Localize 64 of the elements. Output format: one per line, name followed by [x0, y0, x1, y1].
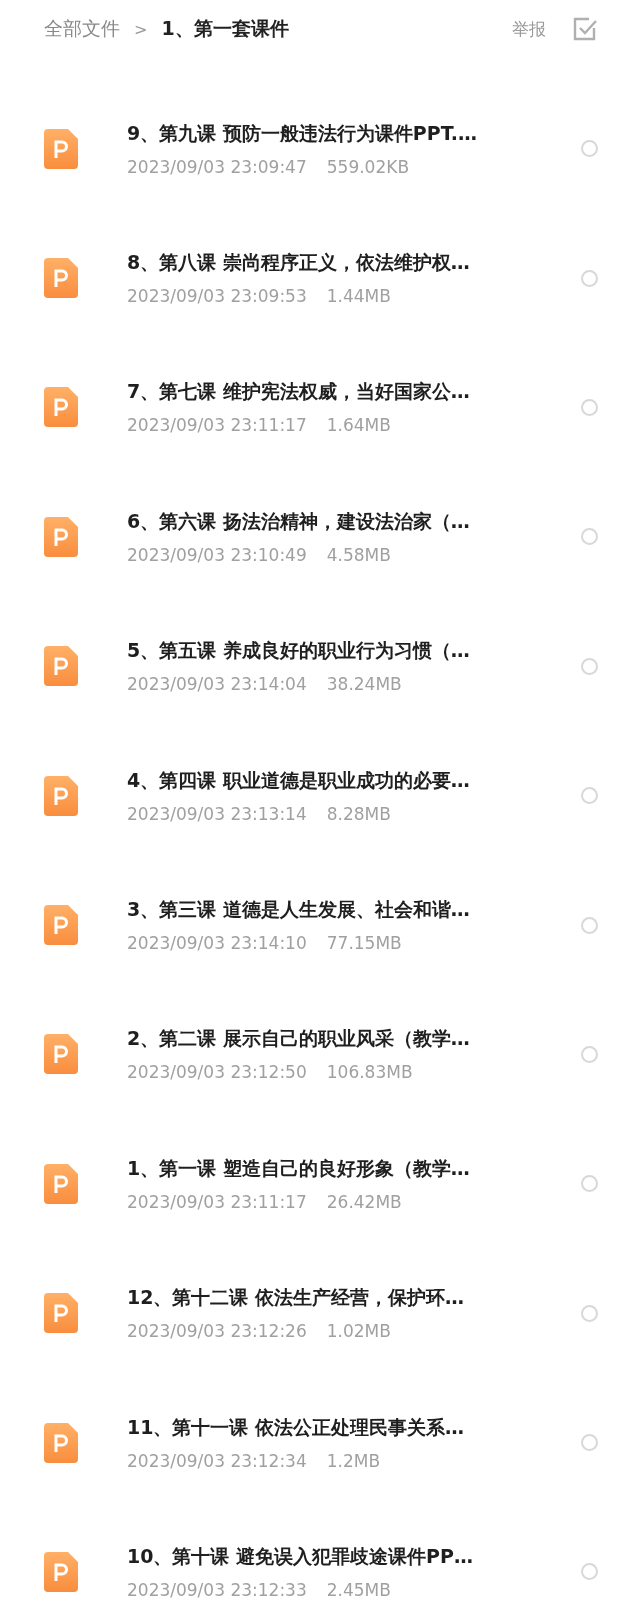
file-name[interactable]: 8、第八课 崇尚程序正义，依法维护权… — [127, 250, 547, 277]
file-date: 2023/09/03 23:12:33 — [127, 1580, 307, 1600]
ppt-file-icon — [44, 905, 78, 946]
ppt-file-icon — [44, 387, 78, 428]
checkbox-icon[interactable] — [572, 16, 598, 42]
select-radio[interactable] — [581, 1175, 598, 1193]
ppt-file-icon — [44, 128, 78, 169]
file-date: 2023/09/03 23:14:04 — [127, 674, 307, 695]
file-size: 8.28MB — [326, 803, 391, 824]
file-size: 77.15MB — [326, 933, 402, 954]
file-name[interactable]: 12、第十二课 依法生产经营，保护环… — [127, 1285, 547, 1312]
file-date: 2023/09/03 23:12:26 — [127, 1321, 307, 1342]
file-size: 26.42MB — [326, 1191, 402, 1212]
file-date: 2023/09/03 23:12:50 — [127, 1062, 307, 1083]
breadcrumb-current: 1、第一套课件 — [161, 16, 289, 41]
file-name[interactable]: 11、第十一课 依法公正处理民事关系… — [127, 1414, 547, 1441]
file-date: 2023/09/03 23:14:10 — [127, 933, 307, 954]
ppt-file-icon — [44, 258, 78, 299]
ppt-file-icon — [44, 646, 78, 687]
ppt-file-icon — [44, 1034, 78, 1075]
select-radio[interactable] — [581, 398, 598, 416]
file-size: 1.02MB — [326, 1321, 391, 1342]
file-size: 38.24MB — [326, 674, 402, 695]
file-size: 559.02KB — [326, 156, 410, 177]
ppt-file-icon — [44, 1293, 78, 1334]
ppt-file-icon — [44, 1552, 78, 1592]
file-name[interactable]: 5、第五课 养成良好的职业行为习惯（… — [127, 638, 547, 665]
select-radio[interactable] — [581, 528, 598, 546]
file-name[interactable]: 4、第四课 职业道德是职业成功的必要… — [127, 767, 547, 794]
file-date: 2023/09/03 23:11:17 — [127, 1191, 307, 1212]
file-size: 1.44MB — [326, 286, 391, 307]
ppt-file-icon — [44, 1163, 78, 1204]
ppt-file-icon — [44, 1422, 78, 1463]
file-size: 1.64MB — [326, 415, 391, 436]
file-name[interactable]: 9、第九课 预防一般违法行为课件PPT.… — [127, 120, 547, 147]
file-name[interactable]: 1、第一课 塑造自己的良好形象（教学… — [127, 1155, 547, 1182]
ppt-file-icon — [44, 775, 78, 816]
select-radio[interactable] — [581, 1045, 598, 1063]
file-date: 2023/09/03 23:12:34 — [127, 1450, 307, 1471]
select-radio[interactable] — [581, 269, 598, 287]
breadcrumb-separator: > — [134, 19, 148, 39]
file-date: 2023/09/03 23:11:17 — [127, 415, 307, 436]
file-name[interactable]: 7、第七课 维护宪法权威，当好国家公… — [127, 379, 547, 406]
file-name[interactable]: 10、第十课 避免误入犯罪歧途课件PP… — [127, 1544, 547, 1570]
select-radio[interactable] — [581, 140, 598, 158]
file-size: 106.83MB — [326, 1062, 413, 1083]
file-name[interactable]: 2、第二课 展示自己的职业风采（教学… — [127, 1026, 547, 1053]
select-radio[interactable] — [581, 787, 598, 805]
select-radio[interactable] — [581, 1434, 598, 1452]
file-name[interactable]: 6、第六课 扬法治精神，建设法治家（… — [127, 508, 547, 535]
file-date: 2023/09/03 23:13:14 — [127, 803, 307, 824]
select-radio[interactable] — [581, 1563, 598, 1581]
select-radio[interactable] — [581, 657, 598, 675]
breadcrumb-link[interactable]: 全部文件 — [44, 16, 120, 42]
file-date: 2023/09/03 23:10:49 — [127, 544, 307, 565]
file-size: 4.58MB — [326, 544, 391, 565]
file-size: 2.45MB — [326, 1580, 391, 1600]
file-name[interactable]: 3、第三课 道德是人生发展、社会和谐… — [127, 897, 547, 924]
file-size: 1.2MB — [326, 1450, 381, 1471]
file-date: 2023/09/03 23:09:47 — [127, 156, 307, 177]
select-radio[interactable] — [581, 1304, 598, 1322]
ppt-file-icon — [44, 516, 78, 557]
file-date: 2023/09/03 23:09:53 — [127, 286, 307, 307]
select-radio[interactable] — [581, 916, 598, 934]
